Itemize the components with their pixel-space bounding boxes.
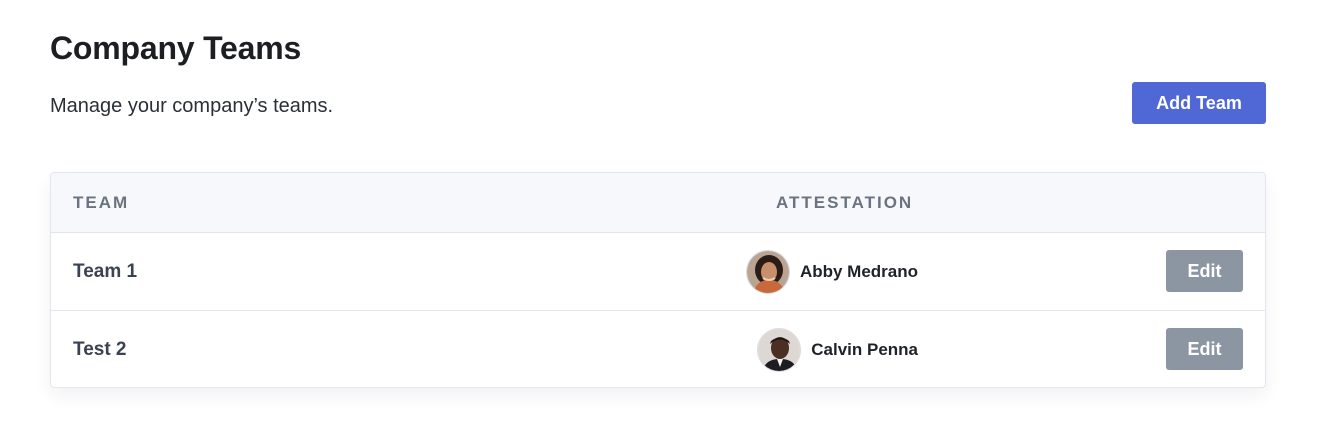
table-row: Team 1 Abby Medrano Edit (51, 233, 1265, 311)
page-title: Company Teams (50, 30, 302, 66)
attestation-name: Calvin Penna (811, 340, 918, 359)
avatar (745, 250, 790, 294)
team-name: Team 1 (73, 261, 138, 282)
attestation-user: Calvin Penna (757, 328, 918, 372)
team-name: Test 2 (73, 339, 127, 360)
teams-page: Company Teams Manage your company’s team… (0, 0, 1322, 434)
woman-portrait-avatar (746, 251, 789, 293)
attestation-user: Abby Medrano (745, 250, 918, 294)
avatar (757, 328, 802, 372)
man-portrait-avatar (758, 329, 801, 371)
table-row: Test 2 Calvin Penna Edit (51, 311, 1265, 387)
teams-table: TEAM ATTESTATION Team 1 Abby Medrano Edi… (50, 172, 1266, 388)
column-header-team: TEAM (73, 193, 130, 212)
attestation-name: Abby Medrano (799, 262, 918, 281)
table-header: TEAM ATTESTATION (51, 173, 1265, 233)
edit-button[interactable]: Edit (1166, 250, 1243, 292)
edit-button[interactable]: Edit (1166, 328, 1243, 370)
column-header-attestation: ATTESTATION (776, 193, 914, 212)
add-team-button[interactable]: Add Team (1132, 82, 1266, 124)
page-subtitle: Manage your company’s teams. (50, 95, 334, 117)
